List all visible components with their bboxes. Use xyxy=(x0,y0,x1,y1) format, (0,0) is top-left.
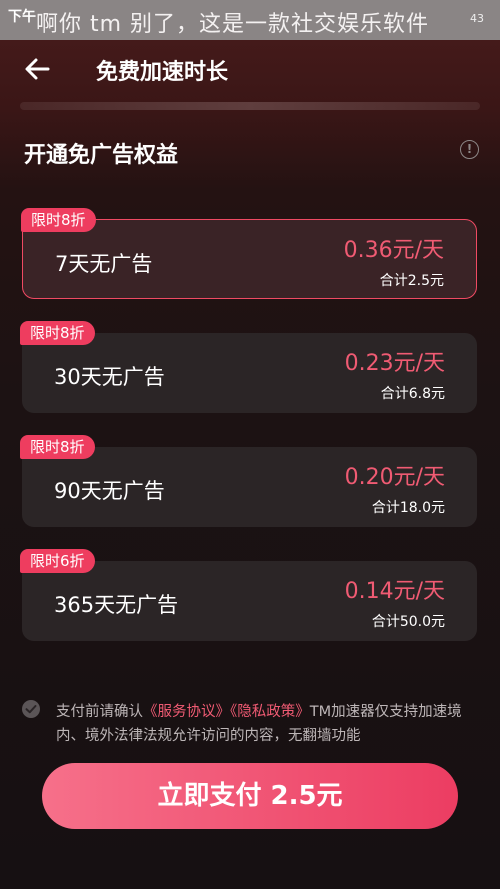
privacy-policy-link[interactable]: 《隐私政策》 xyxy=(230,704,310,720)
info-icon[interactable]: ! xyxy=(460,140,479,159)
page-title: 免费加速时长 xyxy=(96,60,229,85)
plan-total-price: 合计2.5元 xyxy=(379,273,444,289)
service-agreement-link[interactable]: 《服务协议》 xyxy=(143,704,230,720)
plan-card-90-days[interactable]: 限时8折 90天无广告 0.20元/天 合计18.0元 xyxy=(20,435,477,527)
plan-total-price: 合计18.0元 xyxy=(371,500,445,516)
plan-name: 90天无广告 xyxy=(54,479,165,503)
agreement-prefix: 支付前请确认 xyxy=(56,704,143,720)
discount-badge: 限时8折 xyxy=(20,321,95,345)
plan-name: 7天无广告 xyxy=(55,252,153,276)
discount-badge: 限时8折 xyxy=(21,208,96,232)
agreement-checkbox[interactable] xyxy=(22,700,40,718)
plan-daily-price: 0.36元/天 xyxy=(343,238,444,263)
status-time: 下午 xyxy=(8,9,36,25)
plan-daily-price: 0.20元/天 xyxy=(344,465,445,490)
check-icon xyxy=(25,705,37,714)
plan-name: 30天无广告 xyxy=(54,365,165,389)
plan-total-price: 合计50.0元 xyxy=(371,614,445,630)
discount-badge: 限时8折 xyxy=(20,435,95,459)
header-divider xyxy=(20,102,480,110)
status-bar: 下午 啊你 tm 别了，这是一款社交娱乐软件 43 xyxy=(0,0,500,40)
plan-card-7-days[interactable]: 限时8折 7天无广告 0.36元/天 合计2.5元 xyxy=(21,208,477,299)
app-header: 免费加速时长 xyxy=(0,42,500,98)
plan-daily-price: 0.14元/天 xyxy=(344,579,445,604)
plan-name: 365天无广告 xyxy=(54,593,179,617)
plan-card-365-days[interactable]: 限时6折 365天无广告 0.14元/天 合计50.0元 xyxy=(20,549,477,641)
discount-badge: 限时6折 xyxy=(20,549,95,573)
plan-card-30-days[interactable]: 限时8折 30天无广告 0.23元/天 合计6.8元 xyxy=(20,321,477,413)
plan-daily-price: 0.23元/天 xyxy=(344,351,445,376)
agreement-text: 支付前请确认《服务协议》《隐私政策》TM加速器仅支持加速境内、境外法律法规允许访… xyxy=(56,700,476,748)
pay-now-button[interactable]: 立即支付 2.5元 xyxy=(42,763,458,829)
signal-indicator: 43 xyxy=(470,12,484,25)
section-title: 开通免广告权益 xyxy=(24,143,179,168)
back-arrow-icon[interactable] xyxy=(22,54,56,88)
plan-total-price: 合计6.8元 xyxy=(380,386,445,402)
watermark-text: 啊你 tm 别了，这是一款社交娱乐软件 xyxy=(36,12,430,37)
